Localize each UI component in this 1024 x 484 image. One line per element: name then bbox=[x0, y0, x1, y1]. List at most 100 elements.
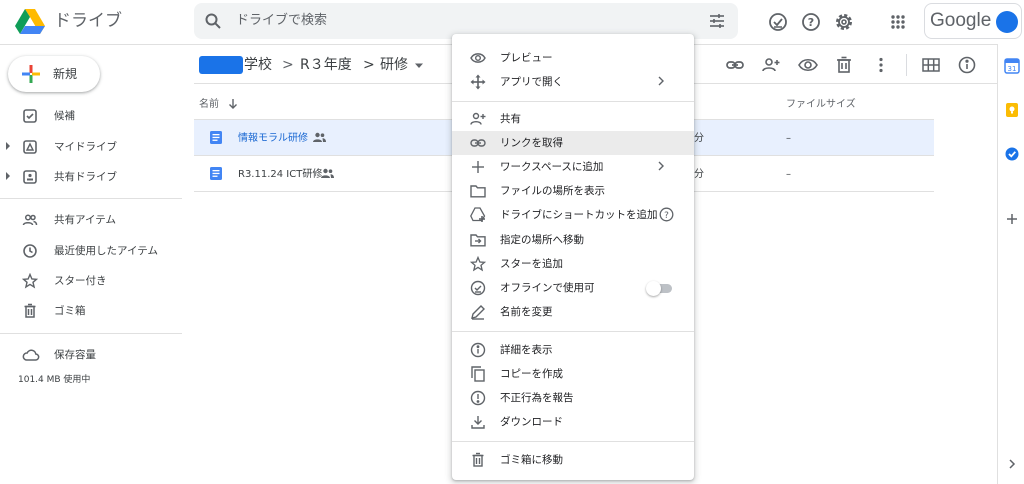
menu-item-add-to-workspace[interactable]: ワークスペースに追加 bbox=[452, 155, 694, 179]
open-with-icon bbox=[470, 74, 486, 90]
link-icon bbox=[470, 135, 486, 151]
menu-item-make-copy[interactable]: コピーを作成 bbox=[452, 362, 694, 386]
menu-item-preview[interactable]: プレビュー bbox=[452, 46, 694, 70]
modified-cell: 分 bbox=[694, 133, 704, 144]
sidebar-item-starred[interactable]: スター付き bbox=[0, 267, 182, 295]
shared-people-icon bbox=[22, 212, 38, 228]
keep-icon[interactable] bbox=[1004, 102, 1020, 118]
file-name[interactable]: R3.11.24 ICT研修 bbox=[238, 168, 322, 181]
link-icon[interactable] bbox=[724, 54, 746, 76]
sidebar-item-label: 最近使用したアイテム bbox=[54, 245, 158, 257]
redacted-folder-name bbox=[199, 56, 243, 74]
sidebar-item-recent[interactable]: 最近使用したアイテム bbox=[0, 237, 182, 265]
file-size-cell: – bbox=[786, 169, 791, 180]
help-icon[interactable]: ? bbox=[659, 207, 674, 222]
drive-logo-icon[interactable] bbox=[14, 8, 46, 36]
folder-dropdown-icon[interactable] bbox=[414, 63, 424, 69]
report-icon bbox=[470, 390, 486, 406]
new-button[interactable]: 新規 bbox=[8, 56, 100, 92]
menu-item-report-abuse[interactable]: 不正行為を報告 bbox=[452, 386, 694, 410]
add-shortcut-icon bbox=[470, 207, 486, 223]
column-header-file-size[interactable]: ファイルサイズ bbox=[786, 98, 856, 112]
menu-item-label: 名前を変更 bbox=[500, 306, 553, 318]
app-name[interactable]: ドライブ bbox=[54, 10, 122, 32]
menu-item-label: 不正行為を報告 bbox=[500, 392, 574, 404]
modified-cell: 分 bbox=[694, 169, 704, 180]
download-icon bbox=[470, 414, 486, 430]
sidebar-item-label: スター付き bbox=[54, 275, 107, 287]
file-name[interactable]: 情報モラル研修 bbox=[238, 132, 308, 145]
offline-toggle[interactable] bbox=[646, 281, 672, 296]
grid-view-icon[interactable] bbox=[920, 54, 942, 76]
search-input[interactable]: ドライブで検索 bbox=[236, 12, 327, 30]
menu-item-label: ファイルの場所を表示 bbox=[500, 185, 605, 197]
sort-arrow-down-icon[interactable] bbox=[228, 98, 238, 110]
google-wordmark: Google bbox=[930, 10, 992, 31]
sidebar-item-shared-with-me[interactable]: 共有アイテム bbox=[0, 206, 182, 234]
sidebar-item-label: 保存容量 bbox=[54, 349, 96, 361]
menu-item-add-star[interactable]: スターを追加 bbox=[452, 252, 694, 276]
menu-item-rename[interactable]: 名前を変更 bbox=[452, 300, 694, 324]
breadcrumb-item-year[interactable]: R３年度 bbox=[300, 56, 352, 74]
menu-item-label: 共有 bbox=[500, 113, 521, 125]
more-vert-icon[interactable] bbox=[870, 54, 892, 76]
tasks-icon[interactable] bbox=[1004, 146, 1020, 162]
menu-item-move-to[interactable]: 指定の場所へ移動 bbox=[452, 228, 694, 252]
menu-item-details[interactable]: 詳細を表示 bbox=[452, 338, 694, 362]
account-switcher[interactable]: Google bbox=[924, 3, 1022, 39]
chevron-right-icon[interactable] bbox=[1008, 459, 1016, 469]
menu-item-download[interactable]: ダウンロード bbox=[452, 410, 694, 434]
info-icon bbox=[470, 342, 486, 358]
menu-item-label: 指定の場所へ移動 bbox=[500, 234, 584, 246]
help-icon[interactable]: ? bbox=[800, 11, 822, 33]
menu-item-label: スターを追加 bbox=[500, 258, 563, 270]
sidebar-item-suggested[interactable]: 候補 bbox=[0, 102, 182, 130]
info-icon[interactable] bbox=[956, 54, 978, 76]
sidebar-item-storage[interactable]: 保存容量 bbox=[0, 341, 182, 369]
calendar-icon[interactable]: 31 bbox=[1004, 58, 1020, 74]
menu-item-label: プレビュー bbox=[500, 52, 553, 64]
menu-item-add-shortcut[interactable]: ドライブにショートカットを追加 ? bbox=[452, 203, 694, 227]
menu-item-label: アプリで開く bbox=[500, 76, 563, 88]
settings-gear-icon[interactable] bbox=[833, 11, 855, 33]
chevron-right-icon bbox=[658, 76, 664, 86]
sidebar-item-my-drive[interactable]: マイドライブ bbox=[0, 133, 182, 161]
trash-icon bbox=[470, 452, 486, 468]
sidebar-item-shared-drives[interactable]: 共有ドライブ bbox=[0, 163, 182, 191]
offline-icon bbox=[470, 280, 486, 296]
menu-item-show-location[interactable]: ファイルの場所を表示 bbox=[452, 179, 694, 203]
pencil-icon bbox=[470, 304, 486, 320]
menu-item-offline[interactable]: オフラインで使用可 bbox=[452, 276, 694, 300]
person-add-icon bbox=[470, 111, 486, 127]
menu-item-share[interactable]: 共有 bbox=[452, 107, 694, 131]
sidebar-item-trash[interactable]: ゴミ箱 bbox=[0, 297, 182, 325]
google-docs-icon bbox=[210, 131, 222, 144]
preview-eye-icon[interactable] bbox=[797, 54, 819, 76]
context-menu: プレビュー アプリで開く 共有 リンクを取得 ワークスペースに追加 ファイルの場… bbox=[452, 34, 694, 480]
google-docs-icon bbox=[210, 167, 222, 180]
menu-item-open-with[interactable]: アプリで開く bbox=[452, 70, 694, 94]
menu-item-label: ワークスペースに追加 bbox=[500, 161, 604, 173]
sidebar-divider bbox=[0, 198, 182, 199]
expand-arrow-icon[interactable] bbox=[6, 172, 10, 180]
apps-grid-icon[interactable] bbox=[887, 11, 909, 33]
svg-text:31: 31 bbox=[1008, 65, 1017, 73]
search-options-icon[interactable] bbox=[708, 12, 726, 30]
sidebar-item-label: 共有ドライブ bbox=[54, 171, 117, 183]
expand-arrow-icon[interactable] bbox=[6, 142, 10, 150]
add-addon-icon[interactable] bbox=[1005, 212, 1019, 226]
toggle-knob bbox=[646, 281, 661, 296]
sidebar-item-label: マイドライブ bbox=[54, 141, 117, 153]
person-add-icon[interactable] bbox=[760, 54, 782, 76]
menu-item-move-to-trash[interactable]: ゴミ箱に移動 bbox=[452, 448, 694, 472]
breadcrumb-current-folder[interactable]: 研修 bbox=[380, 56, 408, 74]
avatar[interactable] bbox=[996, 11, 1018, 33]
search-icon[interactable] bbox=[204, 12, 222, 30]
breadcrumb-item-school[interactable]: 学校 bbox=[244, 56, 272, 74]
offline-ready-icon[interactable] bbox=[767, 11, 789, 33]
trash-icon[interactable] bbox=[833, 54, 855, 76]
menu-item-get-link[interactable]: リンクを取得 bbox=[452, 131, 694, 155]
file-size-cell: – bbox=[786, 133, 791, 144]
column-header-name[interactable]: 名前 bbox=[199, 98, 219, 112]
svg-text:?: ? bbox=[808, 16, 814, 29]
